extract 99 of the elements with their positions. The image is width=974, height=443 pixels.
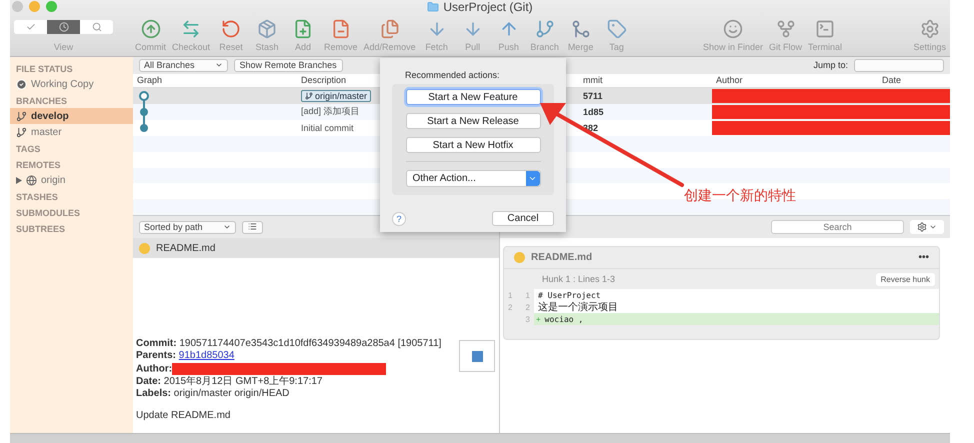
window-title: UserProject (Git) xyxy=(427,0,533,14)
cancel-button[interactable]: Cancel xyxy=(492,211,554,226)
sidebar-heading: REMOTES xyxy=(15,159,62,172)
files-icon xyxy=(380,19,400,39)
sidebar-item[interactable]: master xyxy=(10,124,133,140)
branch-icon xyxy=(16,126,27,138)
parent-link[interactable]: 91b1d85034 xyxy=(178,350,234,362)
line-numbers: 3 xyxy=(504,313,534,326)
toolbar-button[interactable]: Commit xyxy=(135,19,166,52)
sidebar-heading: BRANCHES xyxy=(15,95,68,108)
branch-select[interactable]: All Branches xyxy=(139,58,228,72)
toolbar-button[interactable]: Push xyxy=(494,19,524,52)
commit-cell: 1d85 xyxy=(565,104,712,120)
file-plus-icon xyxy=(293,19,314,39)
sidebar-heading: SUBTREES xyxy=(15,223,66,236)
annotation-text: 创建一个新的特性 xyxy=(684,187,796,205)
toolbar-button[interactable]: Stash xyxy=(252,19,282,52)
line-numbers: 2 2 xyxy=(504,301,534,314)
terminal-icon xyxy=(815,19,836,39)
reset-icon xyxy=(221,19,242,39)
toolbar-button[interactable]: Git Flow xyxy=(769,19,802,52)
sidebar-heading: TAGS xyxy=(15,143,42,156)
arrow-up-circle-icon xyxy=(140,19,160,39)
merge-icon xyxy=(570,19,591,39)
code-line: # UserProject xyxy=(537,290,601,300)
diff-file-name: README.md xyxy=(531,252,592,264)
settings-icon xyxy=(917,222,927,232)
view-switcher[interactable] xyxy=(14,20,113,34)
action-button[interactable]: Start a New Feature xyxy=(406,89,540,105)
toolbar-button[interactable]: Add/Remove xyxy=(364,19,416,52)
jump-label: Jump to: xyxy=(813,60,848,70)
collapsed-triangle-icon[interactable] xyxy=(16,176,22,184)
search-field[interactable]: Search xyxy=(771,220,904,234)
toolbar-button[interactable]: Pull xyxy=(458,19,488,52)
chevron-icon xyxy=(528,174,537,183)
line-numbers: 1 1 xyxy=(504,289,534,302)
action-button[interactable]: Start a New Hotfix xyxy=(406,137,540,153)
close-button[interactable] xyxy=(12,1,23,12)
plus-sign: + xyxy=(535,314,541,324)
commit-cell: 5711 xyxy=(565,88,712,104)
file-row[interactable]: README.md xyxy=(133,238,499,258)
sidebar-item[interactable]: develop xyxy=(10,108,133,124)
sidebar-heading: SUBMODULES xyxy=(15,207,82,220)
toolbar-button[interactable]: Branch xyxy=(530,19,560,52)
box-icon xyxy=(257,19,278,39)
sidebar-heading: FILE STATUS xyxy=(15,63,74,76)
toolbar-button[interactable]: Tag xyxy=(602,19,632,52)
other-action-select[interactable]: Other Action... xyxy=(406,170,540,187)
sidebar-heading: STASHES xyxy=(15,191,59,204)
toolbar-button[interactable]: Add xyxy=(288,19,318,52)
sidebar-item[interactable]: origin xyxy=(10,172,133,188)
code-line: wociao , xyxy=(544,314,584,324)
toolbar-button[interactable]: Remove xyxy=(324,19,358,52)
zoom-button[interactable] xyxy=(46,1,57,12)
search-icon xyxy=(92,22,102,32)
branch-tag: origin/master xyxy=(301,90,372,102)
modified-dot-icon xyxy=(514,252,525,264)
clock-icon xyxy=(58,22,68,32)
description-text: Initial commit xyxy=(301,122,354,133)
folder-icon xyxy=(427,1,440,13)
list-icon xyxy=(248,222,257,231)
commit-details: Commit: 190571174407e3543c1d10fdf634939489a285a4 [1905711] Parents: 91b1d85034 Author: Date: 2015年8月12日 GMT+8上午9:17:17 Labels: origin/master origin/HEAD Update README.md xyxy=(136,338,442,424)
sidebar-item[interactable]: Working Copy xyxy=(10,76,133,92)
list-view-button[interactable] xyxy=(242,220,263,234)
minimize-button[interactable] xyxy=(29,1,40,12)
modified-dot-icon xyxy=(139,242,150,254)
code-line: 这是一个演示项目 xyxy=(537,300,618,314)
globe-icon xyxy=(26,174,37,186)
toolbar-button[interactable]: Terminal xyxy=(808,19,842,52)
settings-button[interactable] xyxy=(910,220,944,234)
branch-icon xyxy=(305,92,313,100)
toolbar-button[interactable]: Fetch xyxy=(422,19,452,52)
description-text: [add] 添加项目 xyxy=(301,105,360,118)
action-button[interactable]: Start a New Release xyxy=(406,113,540,129)
branch-icon xyxy=(534,19,555,39)
more-button[interactable]: ••• xyxy=(918,252,929,264)
branch-icon xyxy=(16,110,27,122)
toolbar-button[interactable]: Reset xyxy=(216,19,246,52)
toolbar-button[interactable]: Show in Finder xyxy=(702,19,764,52)
sort-select[interactable]: Sorted by path xyxy=(139,220,236,234)
remote-branches-button[interactable]: Show Remote Branches xyxy=(234,58,343,72)
git-flow-icon xyxy=(776,19,796,39)
dialog-heading: Recommended actions: xyxy=(404,70,501,80)
hunk-title: Hunk 1 : Lines 1-3 xyxy=(542,274,616,284)
view-segment[interactable] xyxy=(47,20,80,34)
finder-icon xyxy=(723,19,743,39)
toolbar-button[interactable]: Merge xyxy=(566,19,596,52)
arrows-icon xyxy=(181,19,202,39)
check-icon xyxy=(26,22,36,32)
check-circle-icon xyxy=(16,78,27,90)
help-button[interactable]: ? xyxy=(392,212,406,226)
toolbar-button[interactable]: Settings xyxy=(913,19,946,52)
settings-icon xyxy=(920,19,940,39)
toolbar-button[interactable]: Checkout xyxy=(172,19,210,52)
file-minus-icon xyxy=(330,19,351,39)
view-label: View xyxy=(54,42,74,52)
reverse-hunk-button[interactable]: Reverse hunk xyxy=(876,272,935,286)
jump-select[interactable] xyxy=(854,58,944,72)
tag-icon xyxy=(606,19,627,39)
